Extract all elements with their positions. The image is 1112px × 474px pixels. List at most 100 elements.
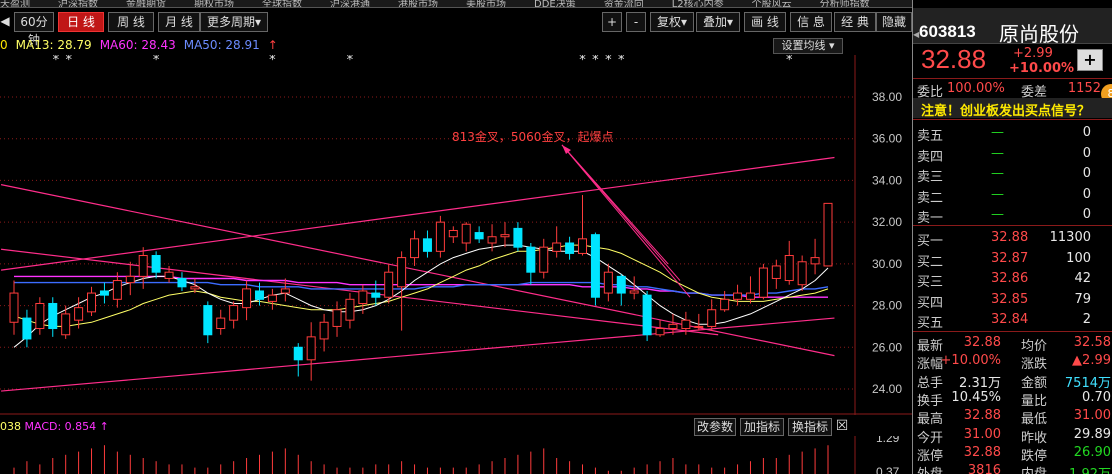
- candle-body: [306, 336, 316, 361]
- candle: [151, 251, 161, 279]
- candle-body: [552, 242, 562, 252]
- trend-line: [0, 184, 835, 357]
- top-menu-item[interactable]: 分析师指数: [820, 0, 870, 7]
- candle: [293, 343, 303, 377]
- up-arrow-icon: ↑: [267, 38, 278, 52]
- draw-line-button[interactable]: 画 线: [744, 12, 786, 32]
- more-periods-button[interactable]: 更多周期▾: [200, 12, 268, 32]
- orderbook-row: 卖一 — 0: [913, 205, 1112, 226]
- notice-text[interactable]: 注意！创业板发出买点信号？: [921, 100, 1090, 119]
- candle: [177, 272, 187, 291]
- top-menu-item[interactable]: DDE决策: [534, 0, 576, 7]
- candle-body: [267, 294, 277, 302]
- candle: [745, 276, 755, 304]
- switch-indicator-button[interactable]: 换指标: [788, 418, 832, 436]
- candle-body: [125, 275, 135, 284]
- chevron-left-icon[interactable]: ◀: [0, 12, 10, 32]
- candle-body: [797, 261, 807, 286]
- candle-body: [771, 265, 781, 279]
- chevron-down-icon: ▾: [680, 15, 688, 29]
- kline-chart[interactable]: 38.00 36.00 34.00 32.00 30.00 28.00 26.00 24.00…: [0, 55, 912, 415]
- star-marker: *: [153, 55, 160, 68]
- candle: [319, 313, 329, 352]
- candle-body: [371, 292, 381, 298]
- candle: [603, 263, 613, 302]
- top-menu-item[interactable]: 期权市场: [194, 0, 234, 7]
- orderbook-volume: 79: [1074, 291, 1091, 307]
- close-icon[interactable]: ☒: [834, 418, 850, 436]
- top-menu-item[interactable]: 天盈测: [0, 0, 30, 7]
- orderbook-price: —: [991, 207, 1004, 222]
- edit-params-button[interactable]: 改参数: [694, 418, 736, 436]
- ma5-line: [13, 244, 829, 348]
- ma-settings-button[interactable]: 设置均线 ▾: [773, 38, 843, 54]
- period-month-button[interactable]: 月 线: [158, 12, 200, 32]
- y-tick-label: 32.00: [872, 215, 902, 229]
- candle-body: [164, 271, 174, 279]
- zoom-in-button[interactable]: +: [602, 12, 622, 32]
- stat-value: ▲2.99: [1072, 353, 1111, 369]
- candle-body: [629, 290, 639, 294]
- trend-line: [1, 317, 835, 392]
- candle-body: [500, 234, 510, 238]
- candle-body: [22, 317, 32, 340]
- top-menu-item[interactable]: L2核心内参: [672, 0, 724, 7]
- classic-button[interactable]: 经 典: [834, 12, 876, 32]
- candle-body: [112, 280, 122, 300]
- candle-body: [733, 292, 743, 300]
- candle: [435, 215, 445, 258]
- candle: [565, 236, 575, 260]
- candle-body: [539, 246, 549, 273]
- candle-body: [513, 227, 523, 248]
- legend-ma50: MA50: 28.91: [183, 38, 260, 52]
- price-change-pct: +10.00%: [1009, 61, 1075, 76]
- stat-row: 今开 31.00 昨收 29.89: [913, 425, 1112, 446]
- top-menu-item[interactable]: 个股风云: [752, 0, 792, 7]
- orderbook-volume: 100: [1066, 250, 1091, 266]
- period-week-button[interactable]: 周 线: [108, 12, 154, 32]
- top-menu-item[interactable]: 全球指数: [262, 0, 302, 7]
- stat-value: 32.88: [963, 444, 1001, 460]
- top-menu-item[interactable]: 资金流向: [604, 0, 644, 7]
- orderbook-row: 卖三 — 0: [913, 164, 1112, 185]
- orderbook-row: 买三 32.86 42: [913, 269, 1112, 290]
- candle: [397, 251, 407, 331]
- hide-button[interactable]: 隐藏: [876, 12, 912, 32]
- zoom-out-button[interactable]: -: [626, 12, 646, 32]
- candle: [797, 255, 807, 291]
- chevron-down-icon: ▾: [726, 15, 734, 29]
- period-60min-button[interactable]: 60分钟: [14, 12, 54, 47]
- top-menu-item[interactable]: 沪深港通: [330, 0, 370, 7]
- candle: [9, 280, 19, 335]
- orderbook-price: 32.84: [991, 312, 1029, 327]
- candle: [280, 278, 290, 302]
- chart-toolbar: ◀ 60分钟 日 线 周 线 月 线 更多周期▾ + - 复权▾ 叠加▾ 画 线…: [0, 10, 912, 47]
- add-indicator-button[interactable]: 加指标: [740, 418, 784, 436]
- y-tick-label: 26.00: [872, 340, 902, 354]
- star-marker: *: [269, 55, 276, 68]
- candle: [22, 309, 32, 348]
- stock-name: 原尚股份: [999, 22, 1079, 46]
- candle: [616, 274, 626, 306]
- candle: [513, 222, 523, 252]
- add-watchlist-button[interactable]: +: [1077, 49, 1103, 71]
- top-menu-item[interactable]: 港股市场: [398, 0, 438, 7]
- info-button[interactable]: 信 息: [790, 12, 832, 32]
- candle: [125, 261, 135, 296]
- top-menu-item[interactable]: 金融期货: [126, 0, 166, 7]
- candle-body: [745, 292, 755, 300]
- top-menu-item[interactable]: 美股市场: [466, 0, 506, 7]
- candle-body: [35, 302, 45, 330]
- orderbook-row: 卖四 — 0: [913, 144, 1112, 165]
- candle-body: [9, 292, 19, 323]
- candle-body: [99, 290, 109, 296]
- candle: [112, 272, 122, 308]
- orderbook-price: —: [991, 145, 1004, 161]
- candle: [810, 238, 820, 275]
- restore-right-button[interactable]: 复权▾: [650, 12, 694, 32]
- candle-body: [229, 305, 239, 321]
- macd-y-tick: 1.29: [876, 436, 900, 445]
- top-menu-item[interactable]: 沪深指数: [58, 0, 98, 7]
- overlay-button[interactable]: 叠加▾: [696, 12, 740, 32]
- period-day-button[interactable]: 日 线: [58, 12, 104, 32]
